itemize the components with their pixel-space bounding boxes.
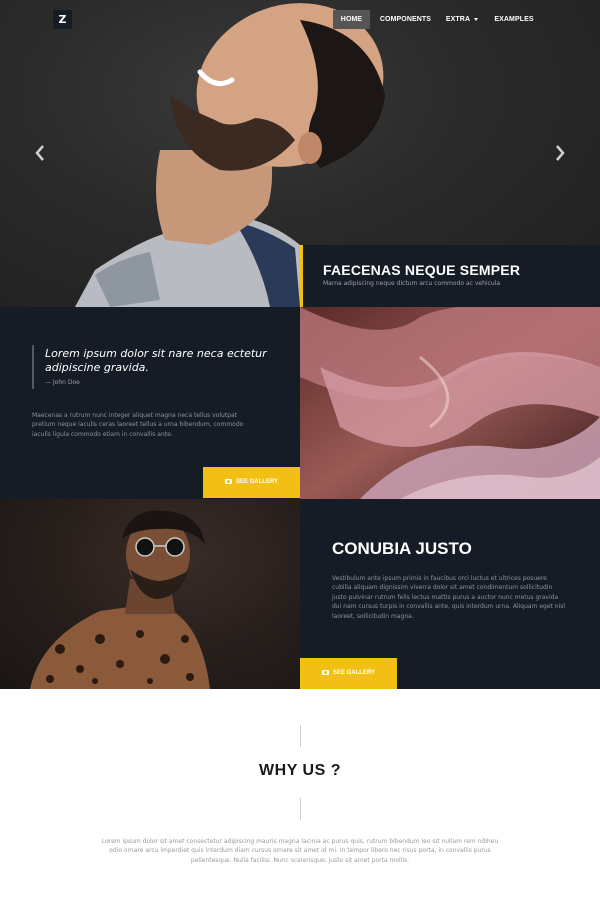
navbar: Z HOME COMPONENTS EXTRA EXAMPLES [0,0,600,40]
why-us-section: WHY US ? Lorem ipsum dolor sit amet cons… [0,689,600,900]
quote-panel: Lorem ipsum dolor sit nare neca ectetur … [0,307,300,499]
chevron-left-icon[interactable] [33,143,47,163]
nav-extra-label: EXTRA [445,16,471,23]
caret-down-icon [474,17,479,21]
see-gallery-label: SEE GALLERY [235,479,279,485]
nav-extra[interactable]: EXTRA [442,10,482,29]
hero-caption: FAECENAS NEQUE SEMPER Marna adipiscing n… [300,245,600,307]
hero-title: FAECENAS NEQUE SEMPER [323,262,521,278]
why-us-title: WHY US ? [259,762,341,779]
ear-shape [298,132,322,164]
logo[interactable]: Z [53,10,72,29]
camera-icon [321,670,329,675]
canyon-photo [300,307,600,499]
quote-author: — John Doe [45,379,80,386]
hero-subtitle: Marna adipiscing neque dictum arcu commo… [323,280,501,287]
chevron-right-icon[interactable] [553,143,567,163]
hero-slider: Z HOME COMPONENTS EXTRA EXAMPLES FAECENA… [0,0,600,307]
see-gallery-button-2[interactable]: SEE GALLERY [300,658,397,689]
why-us-text: Lorem ipsum dolor sit amet consectetur a… [101,838,499,864]
nav-home[interactable]: HOME [333,10,370,29]
feature-title: CONUBIA JUSTO [332,539,472,558]
feature-section: CONUBIA JUSTO Vestibulum ante ipsum prim… [0,499,600,689]
nav-examples[interactable]: EXAMPLES [490,10,538,29]
feature-panel: CONUBIA JUSTO Vestibulum ante ipsum prim… [300,499,600,689]
camera-icon [224,479,232,484]
see-gallery-button[interactable]: SEE GALLERY [203,467,300,498]
quote-section: Lorem ipsum dolor sit nare neca ectetur … [0,307,600,499]
divider-top [300,725,301,747]
portrait-image [30,510,210,689]
canyon-image [300,307,600,499]
feature-paragraph: Vestibulum ante ipsum primis in faucibus… [332,575,566,620]
divider-bottom [300,798,301,820]
see-gallery-label-2: SEE GALLERY [332,670,376,676]
portrait-photo [0,499,300,689]
nav-components[interactable]: COMPONENTS [377,10,434,29]
accent-bar [300,245,303,307]
quote-text: Lorem ipsum dolor sit nare neca ectetur … [45,347,267,374]
quote-bar [32,345,34,389]
quote-paragraph: Maecenas a rutrum nunc integer aliquet m… [32,412,244,438]
